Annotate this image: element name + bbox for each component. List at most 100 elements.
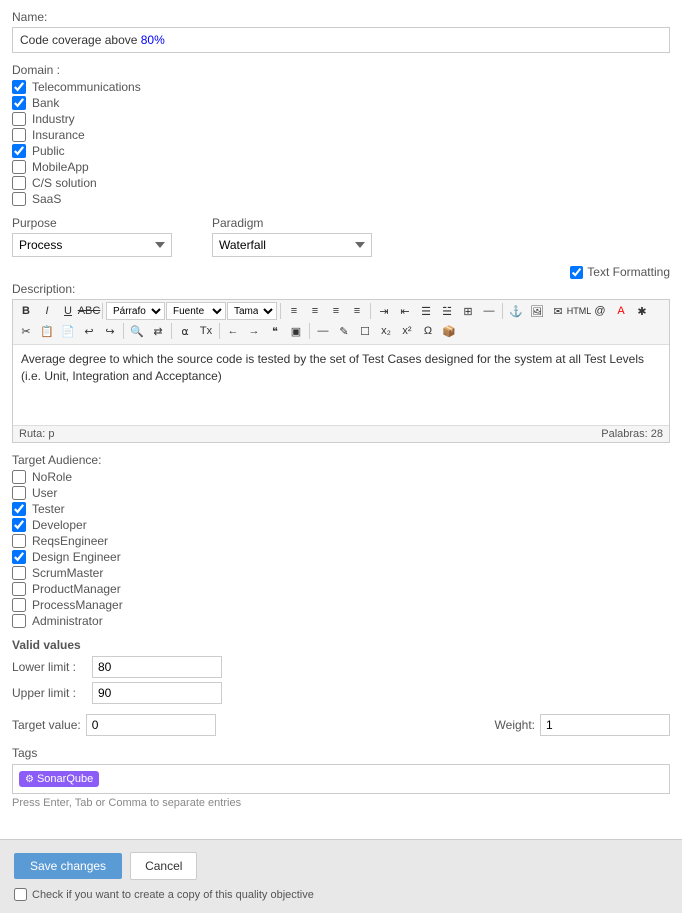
spell-btn[interactable]: ⍺ <box>175 322 195 340</box>
cancel-button[interactable]: Cancel <box>130 852 197 880</box>
domain-label-cssolution: C/S solution <box>32 176 97 190</box>
audience-item-reqsengineer: ReqsEngineer <box>12 534 670 548</box>
audience-checkbox-designengineer[interactable] <box>12 550 26 564</box>
audience-item-tester: Tester <box>12 502 670 516</box>
box-btn[interactable]: 📦 <box>439 322 459 340</box>
redo-btn[interactable]: ↪ <box>100 322 120 340</box>
tags-input-container[interactable]: ⚙ SonarQube <box>12 764 670 794</box>
indent-btn[interactable]: ⇥ <box>374 302 394 320</box>
domain-checkbox-public[interactable] <box>12 144 26 158</box>
audience-checkbox-developer[interactable] <box>12 518 26 532</box>
audience-item-user: User <box>12 486 670 500</box>
audience-checkbox-tester[interactable] <box>12 502 26 516</box>
align-left-btn[interactable]: ≡ <box>284 302 304 320</box>
outdent-btn[interactable]: ⇤ <box>395 302 415 320</box>
decrease-indent-btn[interactable]: ← <box>223 322 243 340</box>
superscript-btn[interactable]: x² <box>397 322 417 340</box>
upper-limit-input[interactable] <box>92 682 222 704</box>
audience-checkbox-norole[interactable] <box>12 470 26 484</box>
increase-indent-btn[interactable]: → <box>244 322 264 340</box>
text-formatting-checkbox[interactable] <box>570 266 583 279</box>
toolbar-row-1: B I U ABC Párrafo H1 H2 Fuente Arial <box>16 302 666 320</box>
copy-checkbox[interactable] <box>14 888 27 901</box>
domain-checkbox-insurance[interactable] <box>12 128 26 142</box>
undo-btn[interactable]: ↩ <box>79 322 99 340</box>
email-btn[interactable]: ✉ <box>548 302 568 320</box>
paradigm-select[interactable]: Waterfall Agile Scrum <box>212 233 372 257</box>
domain-checkbox-industry[interactable] <box>12 112 26 126</box>
purpose-select[interactable]: Process Quality Performance <box>12 233 172 257</box>
toolbar-sep-3 <box>370 303 371 319</box>
em-dash-btn[interactable]: — <box>313 322 333 340</box>
domain-checkbox-bank[interactable] <box>12 96 26 110</box>
underline-btn[interactable]: U <box>58 302 78 320</box>
remove-format-btn[interactable]: Tx <box>196 322 216 340</box>
link-btn[interactable]: ⚓ <box>506 302 526 320</box>
html-btn[interactable]: HTML <box>569 302 589 320</box>
description-label: Description: <box>12 282 670 296</box>
audience-checkbox-processmanager[interactable] <box>12 598 26 612</box>
hr-btn[interactable]: — <box>479 302 499 320</box>
target-value-input[interactable] <box>86 714 216 736</box>
align-justify-btn[interactable]: ≡ <box>347 302 367 320</box>
div-btn[interactable]: ▣ <box>286 322 306 340</box>
domain-checkbox-mobileapp[interactable] <box>12 160 26 174</box>
strikethrough-btn[interactable]: ABC <box>79 302 99 320</box>
audience-checkbox-reqsengineer[interactable] <box>12 534 26 548</box>
bold-btn[interactable]: B <box>16 302 36 320</box>
domain-label-saas: SaaS <box>32 192 61 206</box>
table-btn[interactable]: ⊞ <box>458 302 478 320</box>
find-btn[interactable]: 🔍 <box>127 322 147 340</box>
audience-checkbox-productmanager[interactable] <box>12 582 26 596</box>
weight-input[interactable] <box>540 714 670 736</box>
align-center-btn[interactable]: ≡ <box>305 302 325 320</box>
block-quote-btn[interactable]: ❝ <box>265 322 285 340</box>
omega-btn[interactable]: Ω <box>418 322 438 340</box>
align-right-btn[interactable]: ≡ <box>326 302 346 320</box>
toolbar-sep-5 <box>123 323 124 339</box>
list-ul-btn[interactable]: ☰ <box>416 302 436 320</box>
weight-label: Weight: <box>495 718 535 732</box>
audience-item-designengineer: Design Engineer <box>12 550 670 564</box>
tag-sonarqube-label: SonarQube <box>37 773 93 785</box>
bg-color-btn[interactable]: ✱ <box>632 302 652 320</box>
pencil-btn[interactable]: ✎ <box>334 322 354 340</box>
purpose-label: Purpose <box>12 216 172 230</box>
domain-checkbox-cssolution[interactable] <box>12 176 26 190</box>
size-select[interactable]: Tamaño 8 10 12 <box>227 302 277 320</box>
italic-btn[interactable]: I <box>37 302 57 320</box>
tag-sonarqube[interactable]: ⚙ SonarQube <box>19 771 99 787</box>
cut-btn[interactable]: ✂ <box>16 322 36 340</box>
replace-btn[interactable]: ⇄ <box>148 322 168 340</box>
checkbox-btn[interactable]: ☐ <box>355 322 375 340</box>
toolbar-sep-1 <box>102 303 103 319</box>
save-button[interactable]: Save changes <box>14 853 122 879</box>
list-ol-btn[interactable]: ☱ <box>437 302 457 320</box>
image-btn[interactable]: 🖼 <box>527 302 547 320</box>
audience-checkbox-user[interactable] <box>12 486 26 500</box>
domain-checkbox-telecom[interactable] <box>12 80 26 94</box>
domain-label-public: Public <box>32 144 65 158</box>
upper-limit-label: Upper limit : <box>12 686 92 700</box>
editor-container: B I U ABC Párrafo H1 H2 Fuente Arial <box>12 299 670 443</box>
domain-item-mobileapp: MobileApp <box>12 160 670 174</box>
lower-limit-input[interactable] <box>92 656 222 678</box>
editor-word-count: Palabras: 28 <box>601 428 663 440</box>
domain-checkbox-saas[interactable] <box>12 192 26 206</box>
toolbar-sep-7 <box>219 323 220 339</box>
subscript-btn[interactable]: x₂ <box>376 322 396 340</box>
paragraph-select[interactable]: Párrafo H1 H2 <box>106 302 165 320</box>
audience-checkbox-scrummaster[interactable] <box>12 566 26 580</box>
audience-label-norole: NoRole <box>32 470 72 484</box>
name-text-highlight: 80% <box>141 33 165 47</box>
name-field-display[interactable]: Code coverage above 80% <box>12 27 670 53</box>
valid-values-section: Valid values Lower limit : Upper limit : <box>12 638 670 704</box>
paste-btn[interactable]: 📄 <box>58 322 78 340</box>
copy-btn[interactable]: 📋 <box>37 322 57 340</box>
editor-content[interactable]: Average degree to which the source code … <box>13 345 669 425</box>
special-btn[interactable]: @ <box>590 302 610 320</box>
editor-path: Ruta: p <box>19 428 54 440</box>
font-color-btn[interactable]: A <box>611 302 631 320</box>
font-select[interactable]: Fuente Arial <box>166 302 226 320</box>
audience-checkbox-administrator[interactable] <box>12 614 26 628</box>
